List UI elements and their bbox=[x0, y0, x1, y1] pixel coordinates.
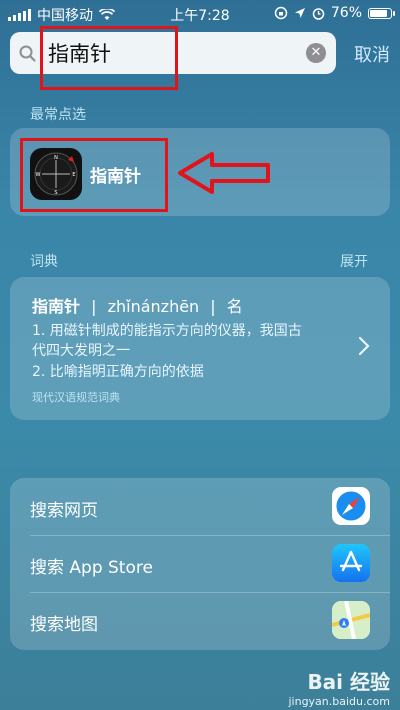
dictionary-separator-1: | bbox=[91, 297, 97, 316]
orientation-lock-icon bbox=[274, 6, 288, 20]
dictionary-headword: 指南针 bbox=[32, 297, 81, 316]
action-label-search-maps: 搜索地图 bbox=[30, 615, 98, 635]
definition-1-line-1: 1. 用磁针制成的能指示方向的仪器，我国古 bbox=[32, 323, 302, 339]
maps-icon bbox=[332, 601, 370, 639]
expand-button[interactable]: 展开 bbox=[340, 251, 368, 271]
dictionary-part-of-speech: 名 bbox=[226, 297, 243, 316]
watermark-url: jingyan.baidu.com bbox=[288, 695, 390, 708]
definition-2: 2. 比喻指明正确方向的依据 bbox=[32, 364, 204, 380]
action-label-search-web: 搜索网页 bbox=[30, 501, 98, 521]
app-store-icon bbox=[332, 544, 370, 582]
dictionary-heading: 指南针 | zhǐnánzhēn | 名 bbox=[32, 293, 243, 317]
action-row-search-web[interactable]: 搜索网页 bbox=[10, 478, 390, 535]
clear-icon[interactable]: ✕ bbox=[306, 43, 326, 63]
status-bar: 中国移动 上午7:28 76% bbox=[0, 0, 400, 28]
location-icon bbox=[294, 8, 305, 18]
cancel-button[interactable]: 取消 bbox=[354, 41, 390, 67]
action-label-search-app-store: 搜索 App Store bbox=[30, 558, 153, 578]
battery-percent: 76% bbox=[330, 5, 362, 21]
annotation-box-search bbox=[40, 26, 178, 90]
dictionary-pinyin: zhǐnánzhēn bbox=[107, 297, 200, 316]
dictionary-separator-2: | bbox=[210, 297, 216, 316]
annotation-arrow bbox=[178, 152, 270, 194]
battery-icon bbox=[368, 7, 395, 19]
search-icon bbox=[10, 45, 44, 62]
definition-1-line-2: 代四大发明之一 bbox=[32, 343, 130, 359]
alarm-icon bbox=[312, 7, 325, 20]
action-row-search-maps[interactable]: 搜索地图 bbox=[10, 592, 390, 649]
baidu-jingyan-watermark: Bai 经验 jingyan.baidu.com bbox=[288, 666, 390, 708]
dictionary-source: 现代汉语规范词典 bbox=[32, 391, 120, 404]
watermark-brand: Bai 经验 bbox=[307, 670, 390, 694]
safari-icon bbox=[332, 487, 370, 525]
chevron-right-icon[interactable] bbox=[358, 336, 370, 356]
section-title-top-hits: 最常点选 bbox=[30, 107, 86, 123]
section-title-dictionary: 词典 bbox=[30, 254, 58, 270]
annotation-box-app bbox=[20, 138, 168, 212]
status-right: 76% bbox=[274, 5, 395, 21]
action-row-search-app-store[interactable]: 搜索 App Store bbox=[10, 535, 390, 592]
